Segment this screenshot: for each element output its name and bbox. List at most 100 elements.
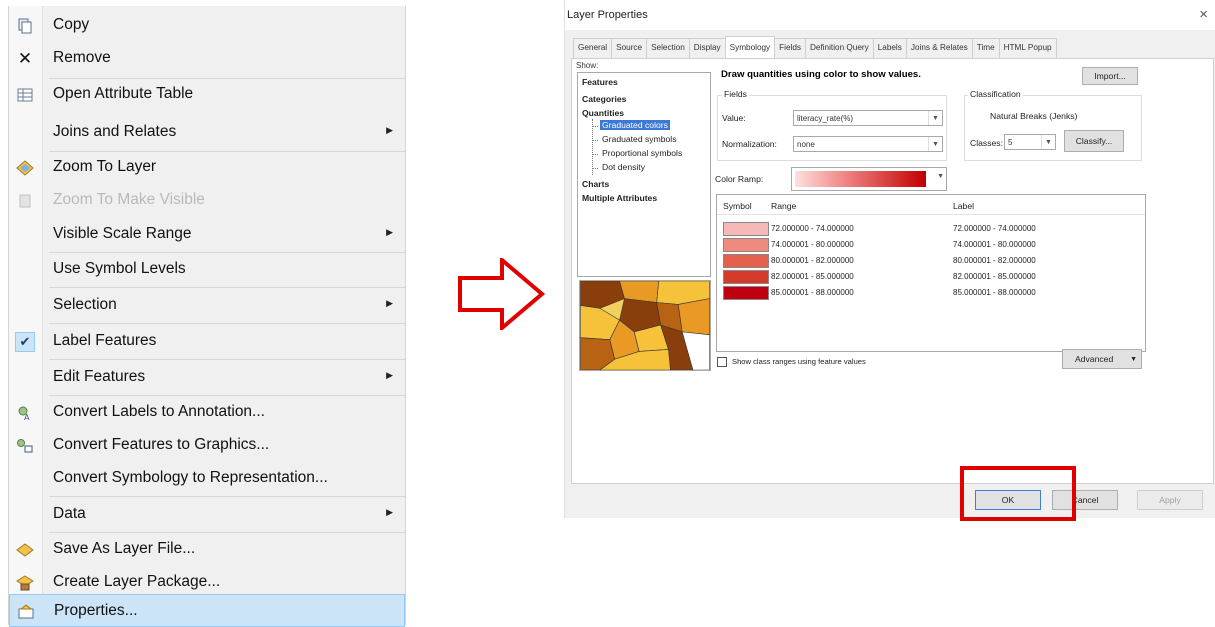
menu-item-remove[interactable]: ✕ Remove: [9, 42, 405, 75]
zoom-visible-icon: [15, 191, 35, 211]
menu-item-convert-symbology-to-representation[interactable]: Convert Symbology to Representation...: [9, 462, 405, 495]
column-header-label[interactable]: Label: [953, 201, 974, 211]
renderer-dot-density[interactable]: Dot density: [602, 162, 645, 172]
class-range[interactable]: 74.000001 - 80.000000: [771, 240, 854, 249]
close-icon[interactable]: ×: [1199, 6, 1208, 23]
dialog-title: Layer Properties: [567, 9, 648, 21]
tab-joins-relates[interactable]: Joins & Relates: [905, 38, 973, 58]
renderer-categories[interactable]: Categories: [582, 94, 626, 104]
tab-html-popup[interactable]: HTML Popup: [998, 38, 1057, 58]
menu-item-open-attribute-table[interactable]: Open Attribute Table: [9, 78, 405, 111]
symbology-panel: Show: Features Categories Quantities Gra…: [571, 58, 1214, 484]
renderer-multiple-attributes[interactable]: Multiple Attributes: [582, 193, 657, 203]
renderer-charts[interactable]: Charts: [582, 179, 609, 189]
import-button[interactable]: Import...: [1082, 67, 1138, 85]
menu-item-visible-scale-range[interactable]: Visible Scale Range ▶: [9, 218, 405, 251]
menu-item-label: Save As Layer File...: [53, 540, 196, 557]
class-symbol-swatch[interactable]: [723, 270, 769, 284]
menu-separator: [49, 323, 405, 324]
menu-item-label: Label Features: [53, 332, 157, 349]
class-symbol-swatch[interactable]: [723, 238, 769, 252]
submenu-arrow-icon: ▶: [386, 507, 393, 517]
class-symbol-swatch[interactable]: [723, 286, 769, 300]
properties-icon: [16, 602, 36, 622]
menu-item-selection[interactable]: Selection ▶: [9, 289, 405, 322]
submenu-arrow-icon: ▶: [386, 227, 393, 237]
normalization-select[interactable]: none ▼: [793, 136, 943, 152]
classify-button[interactable]: Classify...: [1064, 130, 1124, 152]
class-range[interactable]: 85.000001 - 88.000000: [771, 288, 854, 297]
menu-item-save-as-layer-file[interactable]: Save As Layer File...: [9, 533, 405, 566]
menu-item-label: Copy: [53, 16, 90, 33]
tree-line: [592, 168, 598, 169]
classes-label: Classes:: [970, 138, 1003, 148]
dialog-tabs: General Source Selection Display Symbolo…: [573, 36, 1057, 58]
submenu-arrow-icon: ▶: [386, 370, 393, 380]
chevron-down-icon: ▼: [937, 173, 944, 180]
annotation-icon: A: [15, 403, 35, 423]
tab-source[interactable]: Source: [611, 38, 648, 58]
symbology-description: Draw quantities using color to show valu…: [721, 69, 921, 80]
menu-item-edit-features[interactable]: Edit Features ▶: [9, 361, 405, 394]
menu-item-label-features[interactable]: ✔ Label Features: [9, 325, 405, 358]
classification-group-label: Classification: [968, 89, 1023, 99]
svg-text:A: A: [24, 413, 30, 421]
graphics-icon: [15, 436, 35, 456]
value-label: Value:: [722, 113, 746, 123]
class-range[interactable]: 82.000001 - 85.000000: [771, 272, 854, 281]
menu-item-copy[interactable]: Copy: [9, 9, 405, 42]
color-ramp-swatch: [795, 171, 926, 187]
class-label[interactable]: 80.000001 - 82.000000: [953, 256, 1036, 265]
tab-fields[interactable]: Fields: [774, 38, 806, 58]
color-ramp-label: Color Ramp:: [715, 174, 764, 184]
column-header-range[interactable]: Range: [771, 201, 796, 211]
header-divider: [717, 214, 1145, 215]
advanced-button[interactable]: Advanced ▼: [1062, 349, 1142, 369]
tab-labels[interactable]: Labels: [872, 38, 907, 58]
class-label[interactable]: 82.000001 - 85.000000: [953, 272, 1036, 281]
class-range[interactable]: 72.000000 - 74.000000: [771, 224, 854, 233]
layer-file-icon: [15, 540, 35, 560]
class-label[interactable]: 72.000000 - 74.000000: [953, 224, 1036, 233]
menu-item-properties[interactable]: Properties...: [9, 594, 405, 627]
tab-time[interactable]: Time: [971, 38, 1000, 58]
menu-item-label: Convert Features to Graphics...: [53, 436, 270, 453]
renderer-graduated-colors[interactable]: Graduated colors: [600, 120, 670, 130]
renderer-quantities[interactable]: Quantities: [582, 108, 624, 118]
tab-general[interactable]: General: [573, 38, 613, 58]
menu-item-zoom-to-make-visible[interactable]: Zoom To Make Visible: [9, 184, 405, 217]
renderer-features[interactable]: Features: [582, 77, 618, 87]
renderer-graduated-symbols[interactable]: Graduated symbols: [602, 134, 677, 144]
chevron-down-icon: ▼: [928, 137, 942, 151]
classes-select[interactable]: 5 ▼: [1004, 134, 1056, 150]
menu-item-joins-and-relates[interactable]: Joins and Relates ▶: [9, 116, 405, 149]
menu-item-convert-features-to-graphics[interactable]: Convert Features to Graphics...: [9, 429, 405, 462]
column-header-symbol[interactable]: Symbol: [723, 201, 752, 211]
value-field-select[interactable]: literacy_rate(%) ▼: [793, 110, 943, 126]
class-symbol-swatch[interactable]: [723, 254, 769, 268]
tab-selection[interactable]: Selection: [646, 38, 690, 58]
color-ramp-select[interactable]: ▼: [791, 167, 947, 191]
dialog-titlebar: Layer Properties ×: [565, 0, 1215, 30]
tab-definition-query[interactable]: Definition Query: [805, 38, 874, 58]
apply-button[interactable]: Apply: [1137, 490, 1203, 510]
show-class-ranges-checkbox[interactable]: [717, 357, 727, 367]
class-label[interactable]: 85.000001 - 88.000000: [953, 288, 1036, 297]
menu-item-convert-labels-to-annotation[interactable]: A Convert Labels to Annotation...: [9, 396, 405, 429]
ok-highlight-box: [960, 466, 1076, 521]
advanced-button-label: Advanced: [1075, 354, 1114, 364]
tab-symbology[interactable]: Symbology: [724, 36, 776, 58]
check-icon: ✔: [15, 332, 35, 352]
zoom-layer-icon: [15, 158, 35, 178]
class-symbol-swatch[interactable]: [723, 222, 769, 236]
menu-item-data[interactable]: Data ▶: [9, 498, 405, 531]
menu-item-use-symbol-levels[interactable]: Use Symbol Levels: [9, 253, 405, 286]
right-arrow-icon: [458, 258, 546, 330]
class-label[interactable]: 74.000001 - 80.000000: [953, 240, 1036, 249]
class-range[interactable]: 80.000001 - 82.000000: [771, 256, 854, 265]
menu-item-zoom-to-layer[interactable]: Zoom To Layer: [9, 151, 405, 184]
menu-item-label: Properties...: [54, 602, 138, 619]
tree-line: [592, 154, 598, 155]
renderer-proportional-symbols[interactable]: Proportional symbols: [602, 148, 682, 158]
tab-display[interactable]: Display: [688, 38, 726, 58]
